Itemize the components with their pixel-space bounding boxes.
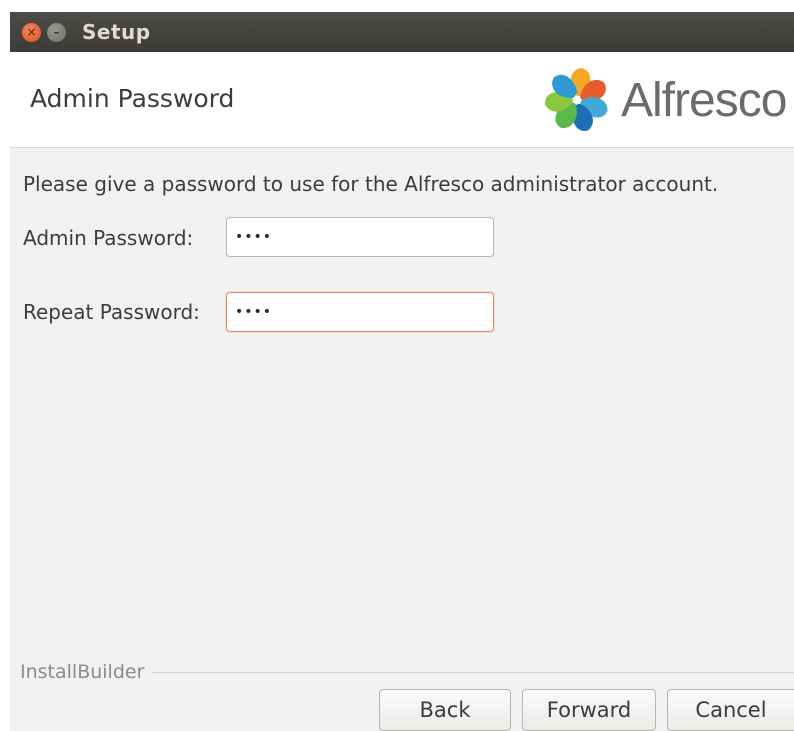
page-title: Admin Password [30, 84, 235, 113]
logo-wordmark: Alfresco [621, 73, 787, 127]
main-content: Please give a password to use for the Al… [10, 148, 794, 731]
minimize-icon: – [53, 25, 60, 39]
minimize-window-button[interactable]: – [47, 22, 66, 42]
page-header: Admin Password Alfresco [10, 52, 794, 148]
repeat-password-input[interactable] [226, 292, 494, 332]
cancel-button[interactable]: Cancel [667, 689, 794, 731]
window-titlebar: × – Setup [10, 12, 794, 52]
admin-password-label: Admin Password: [23, 226, 194, 250]
forward-button[interactable]: Forward [522, 689, 656, 731]
alfresco-flower-icon [545, 68, 608, 131]
instructions-text: Please give a password to use for the Al… [23, 172, 719, 196]
repeat-password-label: Repeat Password: [23, 300, 200, 324]
alfresco-logo: Alfresco [543, 66, 787, 134]
installbuilder-label: InstallBuilder [20, 661, 145, 683]
window-title: Setup [82, 20, 151, 44]
admin-password-input[interactable] [226, 217, 494, 257]
back-button[interactable]: Back [379, 689, 511, 731]
installbuilder-separator: InstallBuilder [20, 661, 794, 683]
close-window-button[interactable]: × [22, 22, 41, 42]
separator-line [152, 671, 794, 673]
close-icon: × [26, 25, 37, 39]
